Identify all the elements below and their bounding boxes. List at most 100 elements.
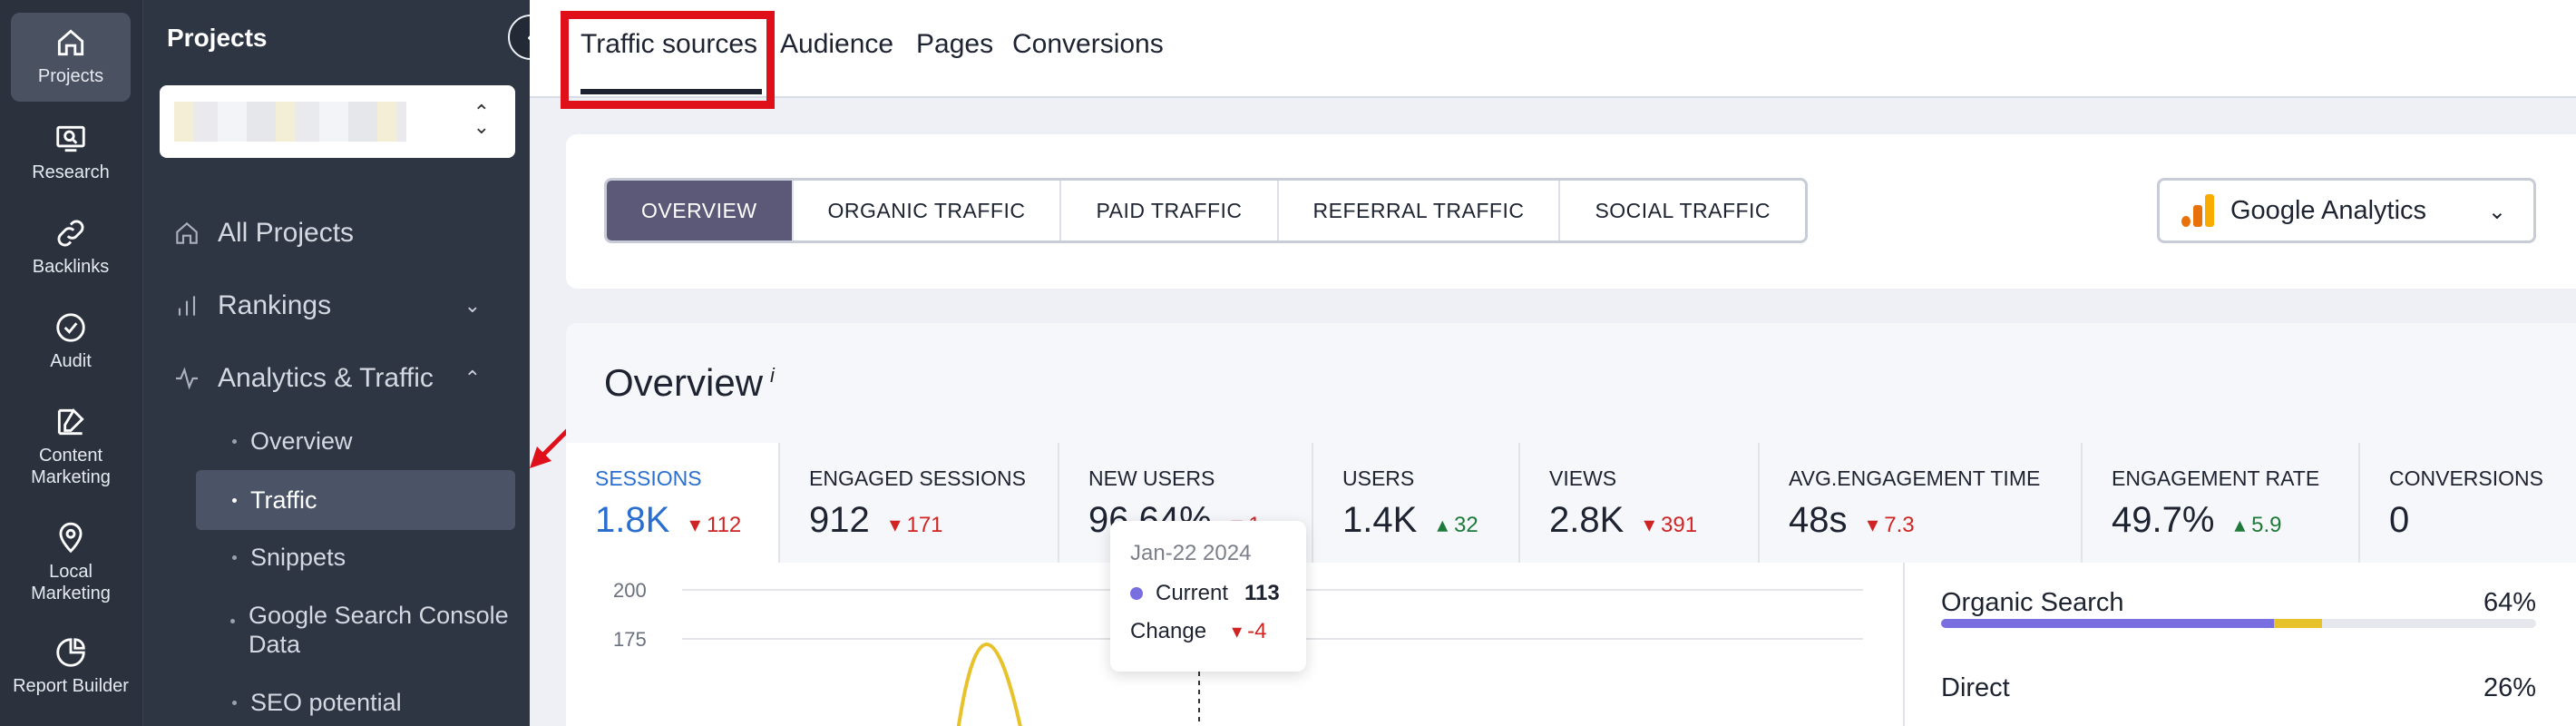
chevron-down-icon: ⌄ [463, 294, 481, 317]
home-icon [57, 29, 84, 56]
bar-fill-purple [1941, 619, 2275, 628]
rail-local-marketing[interactable]: Local Marketing [11, 521, 131, 604]
overview-title: Overview i [604, 361, 775, 405]
metric-change-value: 112 [707, 513, 742, 537]
metric-sessions[interactable]: SESSIONS 1.8K ▾ 112 [566, 443, 780, 563]
tab-conversions[interactable]: Conversions [1012, 29, 1164, 60]
metric-change-value: 7.3 [1884, 513, 1915, 537]
metric-change-value: 171 [906, 513, 943, 537]
updown-chevron-icon: ⌃ ⌄ [473, 101, 490, 138]
tooltip-date: Jan-22 2024 [1130, 541, 1252, 565]
filter-social-traffic[interactable]: SOCIAL TRAFFIC [1560, 181, 1805, 240]
traffic-type-segmented-control: OVERVIEW ORGANIC TRAFFIC PAID TRAFFIC RE… [604, 178, 1809, 243]
filter-organic-traffic[interactable]: ORGANIC TRAFFIC [794, 181, 1062, 240]
tab-audience[interactable]: Audience [780, 29, 893, 60]
metric-users[interactable]: USERS 1.4K ▴ 32 [1313, 443, 1520, 563]
metric-label: ENGAGEMENT RATE [2112, 466, 2320, 490]
metric-value: 49.7% [2112, 500, 2215, 540]
sidebar-title: Projects [167, 24, 268, 52]
nav-label: Analytics & Traffic [218, 363, 434, 393]
sub-item-seo-potential[interactable]: SEO potential [232, 688, 402, 717]
traffic-sources-breakdown: Organic Search 64% Direct 26% [1903, 563, 2576, 726]
metric-value: 0 [2389, 500, 2410, 540]
overview-title-text: Overview [604, 361, 764, 404]
nav-analytics-traffic[interactable]: Analytics & Traffic ⌃ [172, 363, 508, 394]
tooltip-change-row: Change ▾ -4 [1130, 619, 1286, 644]
pie-chart-icon [56, 638, 85, 667]
active-tab-underline [581, 89, 762, 94]
chevron-up-icon: ⌃ [463, 367, 481, 389]
rail-content-marketing[interactable]: Content Marketing [11, 405, 131, 488]
overview-card: Overview i SESSIONS 1.8K ▾ 112 ENGAGED SES… [566, 323, 2576, 726]
metric-change: ▾ 7.3 [1867, 513, 1915, 537]
link-icon [57, 220, 84, 247]
filter-referral-traffic[interactable]: REFERRAL TRAFFIC [1279, 181, 1561, 240]
source-row-organic[interactable]: Organic Search 64% [1941, 588, 2536, 618]
nav-label: Rankings [218, 290, 332, 320]
google-analytics-icon [2181, 194, 2214, 227]
filter-overview[interactable]: OVERVIEW [607, 181, 794, 240]
sub-item-active-bg [196, 470, 515, 530]
sub-label: SEO potential [250, 689, 402, 716]
source-label: Direct [1941, 673, 2010, 702]
source-pct: 26% [2483, 673, 2536, 702]
metric-change: ▴ 5.9 [2234, 513, 2282, 537]
rail-label: Projects [37, 66, 104, 86]
metric-avg-engagement-time[interactable]: AVG.ENGAGEMENT TIME 48s ▾ 7.3 [1760, 443, 2083, 563]
metric-views[interactable]: VIEWS 2.8K ▾ 391 [1520, 443, 1760, 563]
research-icon [56, 125, 85, 152]
icon-rail: Projects Research Backlinks Audit Conten… [0, 0, 143, 726]
rail-label: Content Marketing [31, 446, 111, 487]
bullet-icon [230, 619, 235, 623]
rail-label: Backlinks [32, 257, 110, 277]
nav-label: All Projects [218, 218, 355, 248]
metric-change: ▾ 171 [889, 513, 943, 537]
source-bar-organic [1941, 619, 2536, 628]
rail-report-builder[interactable]: Report Builder [11, 635, 131, 697]
tooltip-current-row: Current 113 [1130, 581, 1286, 606]
nav-rankings[interactable]: Rankings ⌄ [172, 290, 508, 321]
filter-paid-traffic[interactable]: PAID TRAFFIC [1061, 181, 1279, 240]
metric-engagement-rate[interactable]: ENGAGEMENT RATE 49.7% ▴ 5.9 [2083, 443, 2360, 563]
metric-change: ▴ 32 [1437, 513, 1478, 537]
nav-all-projects[interactable]: All Projects [172, 218, 354, 249]
metric-label: ENGAGED SESSIONS [809, 466, 1027, 490]
project-select[interactable]: ⌃ ⌄ [160, 85, 515, 158]
source-row-direct[interactable]: Direct 26% [1941, 673, 2536, 703]
info-icon[interactable]: i [770, 364, 775, 387]
y-tick-175: 175 [613, 628, 647, 651]
edit-icon [57, 408, 84, 436]
metric-label: CONVERSIONS [2389, 466, 2543, 490]
tab-traffic-sources[interactable]: Traffic sources [581, 29, 757, 60]
rail-label: Research [32, 162, 110, 182]
sub-item-traffic[interactable]: Traffic [232, 486, 317, 515]
rail-backlinks[interactable]: Backlinks [11, 216, 131, 278]
tab-pages[interactable]: Pages [916, 29, 993, 60]
sub-label: Snippets [250, 544, 346, 571]
rail-research[interactable]: Research [11, 122, 131, 183]
metric-change-value: 32 [1454, 513, 1478, 537]
metric-label: AVG.ENGAGEMENT TIME [1789, 466, 2041, 490]
sub-item-snippets[interactable]: Snippets [232, 543, 346, 572]
metric-engaged-sessions[interactable]: ENGAGED SESSIONS 912 ▾ 171 [780, 443, 1059, 563]
metric-conversions[interactable]: CONVERSIONS 0 [2360, 443, 2576, 563]
top-tabs: Traffic sources Audience Pages Conversio… [530, 0, 2576, 109]
metric-label: USERS [1342, 466, 1415, 490]
metric-value: 1.8K [595, 500, 670, 540]
sub-item-overview[interactable]: Overview [232, 427, 353, 456]
bar-fill-yellow [2274, 619, 2322, 628]
metric-change: ▾ 112 [689, 513, 742, 537]
sub-item-gsc-data[interactable]: Google Search Console Data [230, 601, 521, 659]
tooltip-change-label: Change [1130, 619, 1207, 643]
metric-label: NEW USERS [1088, 466, 1215, 490]
location-pin-icon [59, 522, 83, 554]
rail-audit[interactable]: Audit [11, 310, 131, 372]
activity-icon [176, 367, 198, 390]
rail-projects[interactable]: Projects [11, 13, 131, 102]
data-source-select[interactable]: Google Analytics ⌄ [2157, 178, 2536, 243]
data-source-label: Google Analytics [2230, 195, 2427, 225]
sub-label: Google Search Console Data [249, 602, 509, 658]
rail-label: Local Marketing [31, 562, 111, 603]
metric-value: 912 [809, 500, 870, 540]
check-circle-icon [56, 313, 85, 342]
